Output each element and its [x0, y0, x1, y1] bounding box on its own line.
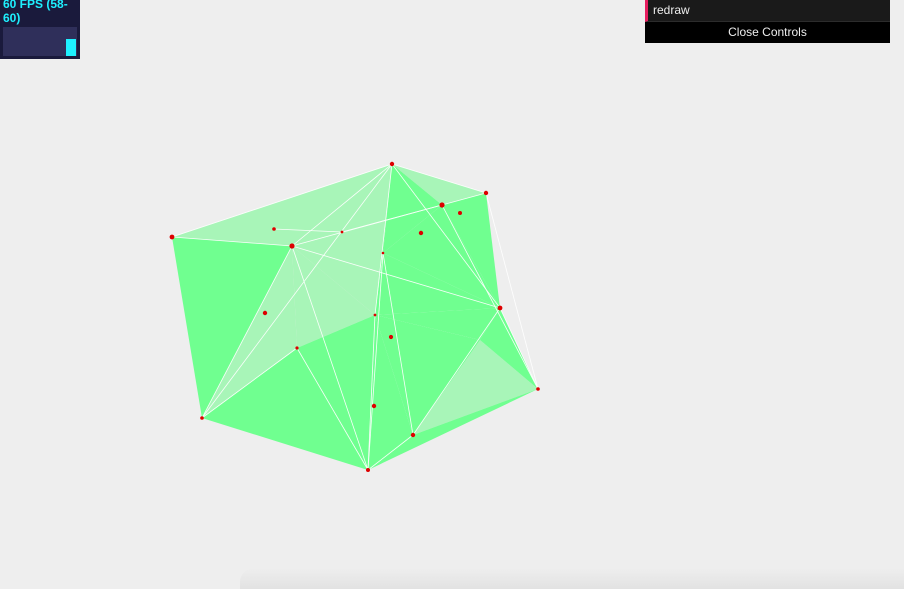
vertex-point	[497, 305, 503, 311]
bottom-shadow	[240, 568, 904, 589]
vertex-point	[200, 416, 204, 420]
vertex-point	[536, 387, 540, 391]
vertex-point	[418, 230, 424, 236]
vertex-point	[388, 334, 394, 340]
vertex-point	[371, 403, 377, 409]
vertex-point	[340, 230, 344, 234]
vertex-point	[483, 190, 489, 196]
vertex-point	[289, 243, 295, 249]
vertex-point	[272, 227, 276, 231]
vertex-point	[381, 251, 385, 255]
vertex-point	[410, 432, 416, 438]
controls-panel: redraw Close Controls	[645, 0, 890, 43]
fps-stats-panel[interactable]: 60 FPS (58-60)	[0, 0, 80, 59]
webgl-canvas[interactable]	[0, 0, 904, 589]
redraw-button[interactable]: redraw	[645, 0, 890, 22]
fps-graph	[3, 27, 77, 56]
vertex-point	[366, 468, 370, 472]
vertex-point	[373, 313, 377, 317]
close-controls-button[interactable]: Close Controls	[645, 22, 890, 43]
vertex-point	[389, 161, 395, 167]
vertex-point	[295, 346, 299, 350]
vertex-point	[169, 234, 175, 240]
vertex-point	[262, 310, 268, 316]
vertex-point	[439, 202, 445, 208]
fps-readout: 60 FPS (58-60)	[3, 0, 68, 25]
vertex-point	[458, 211, 462, 215]
convex-hull-scene	[169, 161, 540, 472]
fps-graph-bar	[66, 39, 76, 56]
